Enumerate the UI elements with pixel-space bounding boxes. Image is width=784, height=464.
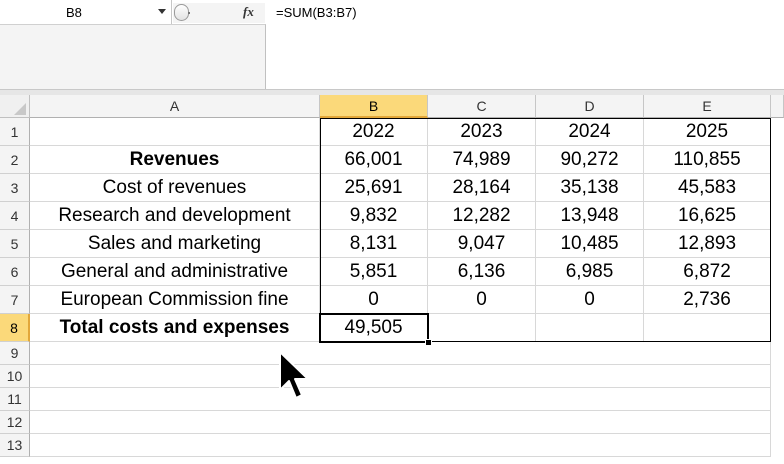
cell-a3[interactable]: Cost of revenues: [30, 174, 320, 202]
cell-b5[interactable]: 8,131: [320, 230, 428, 258]
name-box[interactable]: B8: [0, 0, 172, 25]
row-header-3[interactable]: 3: [0, 174, 30, 202]
cell-a4[interactable]: Research and development: [30, 202, 320, 230]
name-box-value: B8: [66, 5, 82, 20]
cell-c5[interactable]: 9,047: [428, 230, 536, 258]
row-header-4[interactable]: 4: [0, 202, 30, 230]
cell-a2[interactable]: Revenues: [30, 146, 320, 174]
cell-b4[interactable]: 9,832: [320, 202, 428, 230]
formula-bar-area: B8 fx =SUM(B3:B7): [0, 0, 784, 90]
cell-c7[interactable]: 0: [428, 286, 536, 314]
cell-c4[interactable]: 12,282: [428, 202, 536, 230]
fill-handle[interactable]: [425, 339, 432, 346]
cell-d1[interactable]: 2024: [536, 118, 644, 146]
empty-row-11[interactable]: [30, 388, 771, 411]
row-header-8[interactable]: 8: [0, 314, 30, 342]
row-header-9[interactable]: 9: [0, 342, 30, 365]
cell-c3[interactable]: 28,164: [428, 174, 536, 202]
cell-d4[interactable]: 13,948: [536, 202, 644, 230]
cell-c1[interactable]: 2023: [428, 118, 536, 146]
cell-a5[interactable]: Sales and marketing: [30, 230, 320, 258]
empty-row-9[interactable]: [30, 342, 771, 365]
insert-function-icon[interactable]: fx: [243, 4, 254, 20]
cell-b7[interactable]: 0: [320, 286, 428, 314]
cell-d3[interactable]: 35,138: [536, 174, 644, 202]
cell-d7[interactable]: 0: [536, 286, 644, 314]
empty-row-12[interactable]: [30, 411, 771, 434]
cell-d8[interactable]: [536, 314, 644, 342]
row-header-7[interactable]: 7: [0, 286, 30, 314]
cell-e5[interactable]: 12,893: [644, 230, 771, 258]
row-header-6[interactable]: 6: [0, 258, 30, 286]
select-all-icon: [14, 103, 26, 115]
select-all-button[interactable]: [0, 95, 30, 118]
row-header-13[interactable]: 13: [0, 434, 30, 457]
cell-d2[interactable]: 90,272: [536, 146, 644, 174]
chevron-down-icon[interactable]: [158, 9, 166, 14]
cell-e2[interactable]: 110,855: [644, 146, 771, 174]
empty-row-10[interactable]: [30, 365, 771, 388]
column-header-f[interactable]: [771, 95, 784, 118]
formula-bar-left-panel: [0, 24, 266, 90]
cell-b1[interactable]: 2022: [320, 118, 428, 146]
cell-c2[interactable]: 74,989: [428, 146, 536, 174]
cell-e6[interactable]: 6,872: [644, 258, 771, 286]
cell-a7[interactable]: European Commission fine: [30, 286, 320, 314]
column-header-b[interactable]: B: [320, 95, 428, 118]
resize-handle-icon[interactable]: [174, 4, 189, 21]
empty-row-13[interactable]: [30, 434, 771, 457]
cell-e4[interactable]: 16,625: [644, 202, 771, 230]
mouse-pointer-icon: [279, 351, 309, 399]
cell-b6[interactable]: 5,851: [320, 258, 428, 286]
row-header-12[interactable]: 12: [0, 411, 30, 434]
cell-e1[interactable]: 2025: [644, 118, 771, 146]
cell-a6[interactable]: General and administrative: [30, 258, 320, 286]
row-header-10[interactable]: 10: [0, 365, 30, 388]
cell-e3[interactable]: 45,583: [644, 174, 771, 202]
cell-e7[interactable]: 2,736: [644, 286, 771, 314]
row-header-11[interactable]: 11: [0, 388, 30, 411]
cell-a1[interactable]: [30, 118, 320, 146]
cell-d6[interactable]: 6,985: [536, 258, 644, 286]
cell-b3[interactable]: 25,691: [320, 174, 428, 202]
column-header-a[interactable]: A: [30, 95, 320, 118]
column-header-e[interactable]: E: [644, 95, 771, 118]
row-header-5[interactable]: 5: [0, 230, 30, 258]
column-header-d[interactable]: D: [536, 95, 644, 118]
active-cell-outline: [319, 313, 429, 343]
cell-a8[interactable]: Total costs and expenses: [30, 314, 320, 342]
formula-input[interactable]: =SUM(B3:B7): [276, 5, 357, 20]
column-header-c[interactable]: C: [428, 95, 536, 118]
cell-d5[interactable]: 10,485: [536, 230, 644, 258]
cell-b2[interactable]: 66,001: [320, 146, 428, 174]
row-header-1[interactable]: 1: [0, 118, 30, 146]
cell-e8[interactable]: [644, 314, 771, 342]
cell-c6[interactable]: 6,136: [428, 258, 536, 286]
grip-dot: [188, 12, 190, 14]
cell-c8[interactable]: [428, 314, 536, 342]
row-header-2[interactable]: 2: [0, 146, 30, 174]
